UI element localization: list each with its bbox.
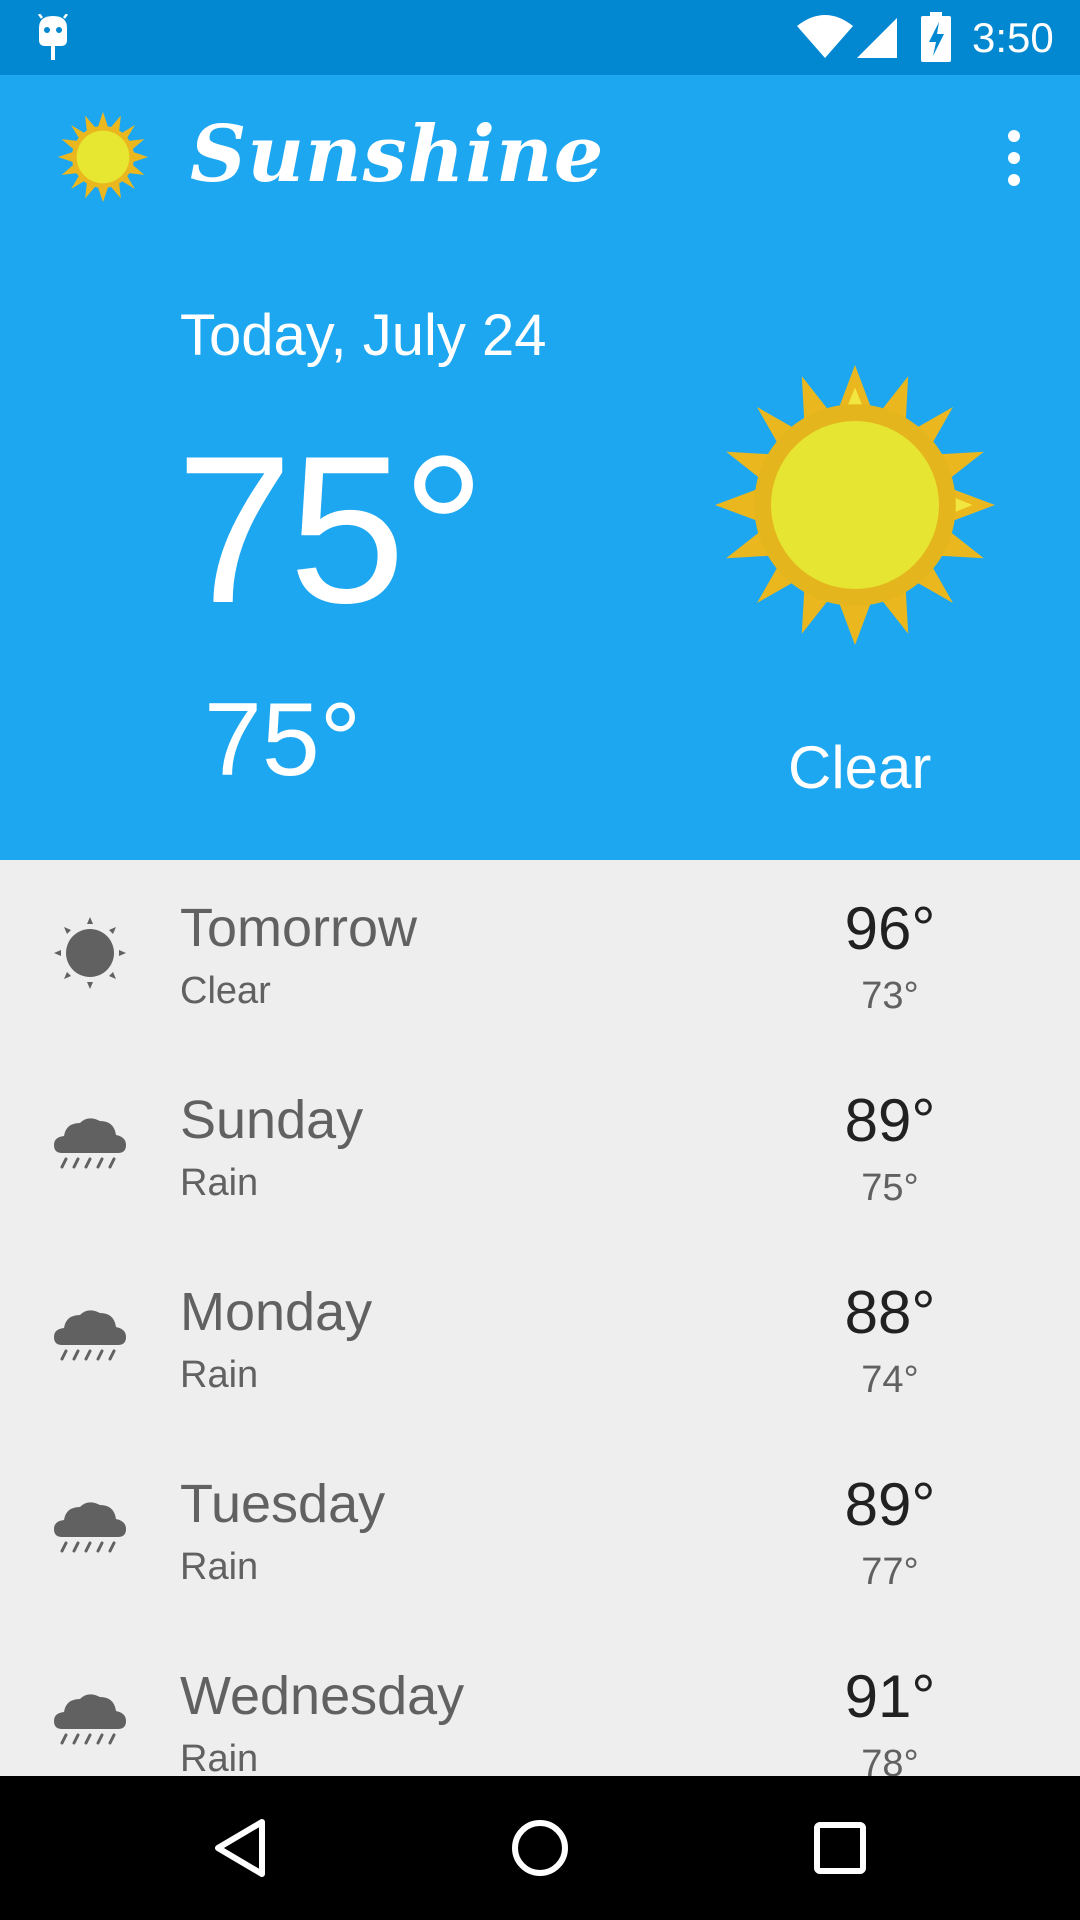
forecast-high: 96°: [844, 895, 936, 962]
battery-charging-icon: [921, 12, 951, 62]
forecast-low: 73°: [861, 975, 919, 1017]
status-bar: 3:50: [0, 0, 1080, 75]
forecast-day: Sunday: [180, 1090, 364, 1150]
today-description: Clear: [788, 734, 932, 801]
forecast-condition: Rain: [180, 1162, 259, 1204]
forecast-list[interactable]: Tomorrow Clear 96° 73° Sunday Rain 89° 7…: [0, 860, 1080, 1776]
today-header: Sunshine Today, July 24 75° 75° Clear: [0, 75, 1080, 860]
forecast-low: 78°: [861, 1743, 919, 1776]
list-item[interactable]: Tuesday Rain 89° 77°: [0, 1436, 1080, 1628]
today-date: Today, July 24: [180, 303, 547, 368]
list-item[interactable]: Wednesday Rain 91° 78°: [0, 1628, 1080, 1776]
sun-art-icon: [715, 365, 995, 645]
forecast-high: 89°: [844, 1471, 936, 1538]
forecast-condition: Rain: [180, 1546, 259, 1588]
list-item[interactable]: Sunday Rain 89° 75°: [0, 1052, 1080, 1244]
forecast-low: 74°: [861, 1359, 919, 1401]
list-item[interactable]: Tomorrow Clear 96° 73°: [0, 860, 1080, 1052]
forecast-condition: Clear: [180, 970, 271, 1012]
forecast-low: 75°: [861, 1167, 919, 1209]
today-high-temp: 75°: [176, 412, 486, 647]
android-debug-icon: [38, 14, 68, 60]
rain-icon: [54, 1310, 126, 1361]
signal-icon: [857, 18, 897, 58]
forecast-high: 89°: [844, 1087, 936, 1154]
sun-icon: [57, 111, 149, 203]
home-icon[interactable]: [500, 1808, 580, 1888]
forecast-condition: Rain: [180, 1738, 259, 1776]
forecast-low: 77°: [861, 1551, 919, 1593]
forecast-day: Wednesday: [180, 1666, 465, 1726]
forecast-high: 88°: [844, 1279, 936, 1346]
rain-icon: [54, 1502, 126, 1553]
forecast-condition: Rain: [180, 1354, 259, 1396]
overflow-menu-icon[interactable]: [1000, 130, 1028, 186]
back-icon[interactable]: [200, 1808, 280, 1888]
forecast-day: Tomorrow: [180, 898, 418, 958]
app-title: Sunshine: [190, 109, 605, 200]
rain-icon: [54, 1694, 126, 1745]
list-item[interactable]: Monday Rain 88° 74°: [0, 1244, 1080, 1436]
navigation-bar: [0, 1776, 1080, 1920]
today-low-temp: 75°: [204, 682, 362, 798]
wifi-icon: [797, 15, 853, 58]
recents-icon[interactable]: [800, 1808, 880, 1888]
forecast-day: Tuesday: [180, 1474, 386, 1534]
forecast-high: 91°: [844, 1663, 936, 1730]
rain-icon: [54, 1118, 126, 1169]
clear-icon: [54, 917, 126, 989]
status-time: 3:50: [972, 14, 1054, 61]
forecast-day: Monday: [180, 1282, 373, 1342]
